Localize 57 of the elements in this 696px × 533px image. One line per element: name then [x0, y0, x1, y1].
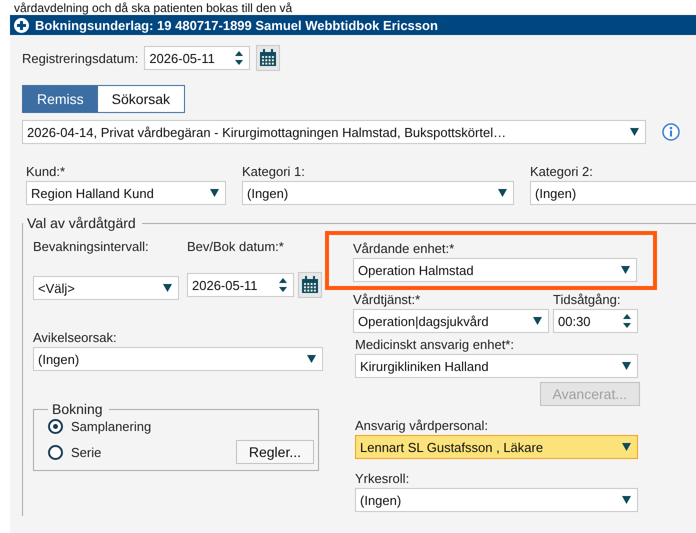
field-label: Vårdtjänst:*: [353, 292, 422, 307]
caret-icon: [163, 284, 172, 292]
radio-button[interactable]: [48, 419, 63, 434]
dropdown[interactable]: <Välj>: [33, 276, 179, 300]
spinner-arrows-icon[interactable]: [623, 313, 631, 329]
field-label: Vårdande enhet:*: [353, 241, 456, 256]
cross-icon: [14, 18, 29, 32]
group-legend: Bokning: [48, 401, 109, 417]
dropdown[interactable]: Region Halland Kund: [26, 181, 226, 205]
background-text: vårdavdelning och då ska patienten bokas till den vå: [14, 1, 292, 15]
field-label: Ansvarig vårdpersonal:: [355, 418, 489, 433]
time-field[interactable]: 00:30: [553, 309, 638, 333]
dropdown[interactable]: (Ingen): [355, 488, 638, 512]
caret-icon: [630, 128, 639, 136]
field-label: Kategori 2:: [530, 164, 594, 179]
field-label: Tidsåtgång:: [553, 292, 622, 307]
tab[interactable]: Sökorsak: [98, 86, 184, 112]
caret-icon: [533, 317, 542, 325]
dropdown[interactable]: (Ingen): [530, 181, 696, 205]
field-label: Yrkesroll:: [355, 471, 410, 486]
group-legend: Val av vårdåtgärd: [23, 215, 142, 231]
radio-option[interactable]: Samplanering: [48, 419, 152, 434]
calendar-button[interactable]: [298, 272, 322, 298]
rules-button[interactable]: Regler...: [236, 440, 314, 464]
caret-icon: [622, 496, 631, 504]
field-label: Kategori 1:: [242, 164, 306, 179]
caret-icon: [622, 362, 631, 370]
dropdown[interactable]: Kirurgikliniken Halland: [355, 354, 638, 378]
field-label: Medicinskt ansvarig enhet*:: [355, 337, 515, 352]
dropdown[interactable]: Operation|dagsjukvård: [353, 309, 549, 333]
radio-button[interactable]: [48, 444, 63, 460]
field-label: Bevakningsintervall:: [33, 239, 150, 254]
caret-icon: [622, 443, 631, 451]
calendar-button[interactable]: [256, 45, 280, 71]
caret-icon: [307, 355, 316, 363]
dropdown[interactable]: Operation Halmstad: [353, 258, 637, 282]
field-label: Bev/Bok datum:*: [187, 239, 285, 254]
tab[interactable]: Remiss: [23, 86, 98, 112]
dropdown[interactable]: 2026-04-14, Privat vårdbegäran - Kirurgimottagningen Halmstad, Bukspottskörtel…: [22, 120, 646, 144]
dropdown[interactable]: Lennart SL Gustafsson , Läkare: [355, 435, 638, 459]
spinner-arrows-icon[interactable]: [279, 277, 287, 293]
field-label: Avikelseorsak:: [33, 330, 118, 345]
field-label: Kund:*: [26, 164, 66, 179]
window-title: Bokningsunderlag: 19 480717-1899 Samuel Webbtidbok Ericsson: [35, 18, 438, 32]
dropdown[interactable]: (Ingen): [242, 181, 514, 205]
spinner-arrows-icon[interactable]: [235, 50, 244, 66]
radio-option[interactable]: Serie: [48, 444, 102, 460]
caret-icon: [210, 189, 219, 197]
caret-icon: [621, 266, 630, 274]
calendar-icon: [301, 276, 319, 294]
caret-icon: [498, 189, 507, 197]
field-label: Registreringsdatum:: [22, 50, 138, 66]
date-field[interactable]: 2026-05-11: [144, 46, 250, 70]
info-icon[interactable]: [662, 123, 680, 141]
date-field[interactable]: 2026-05-11: [187, 273, 294, 297]
dropdown[interactable]: (Ingen): [33, 347, 323, 371]
calendar-icon: [259, 49, 278, 67]
